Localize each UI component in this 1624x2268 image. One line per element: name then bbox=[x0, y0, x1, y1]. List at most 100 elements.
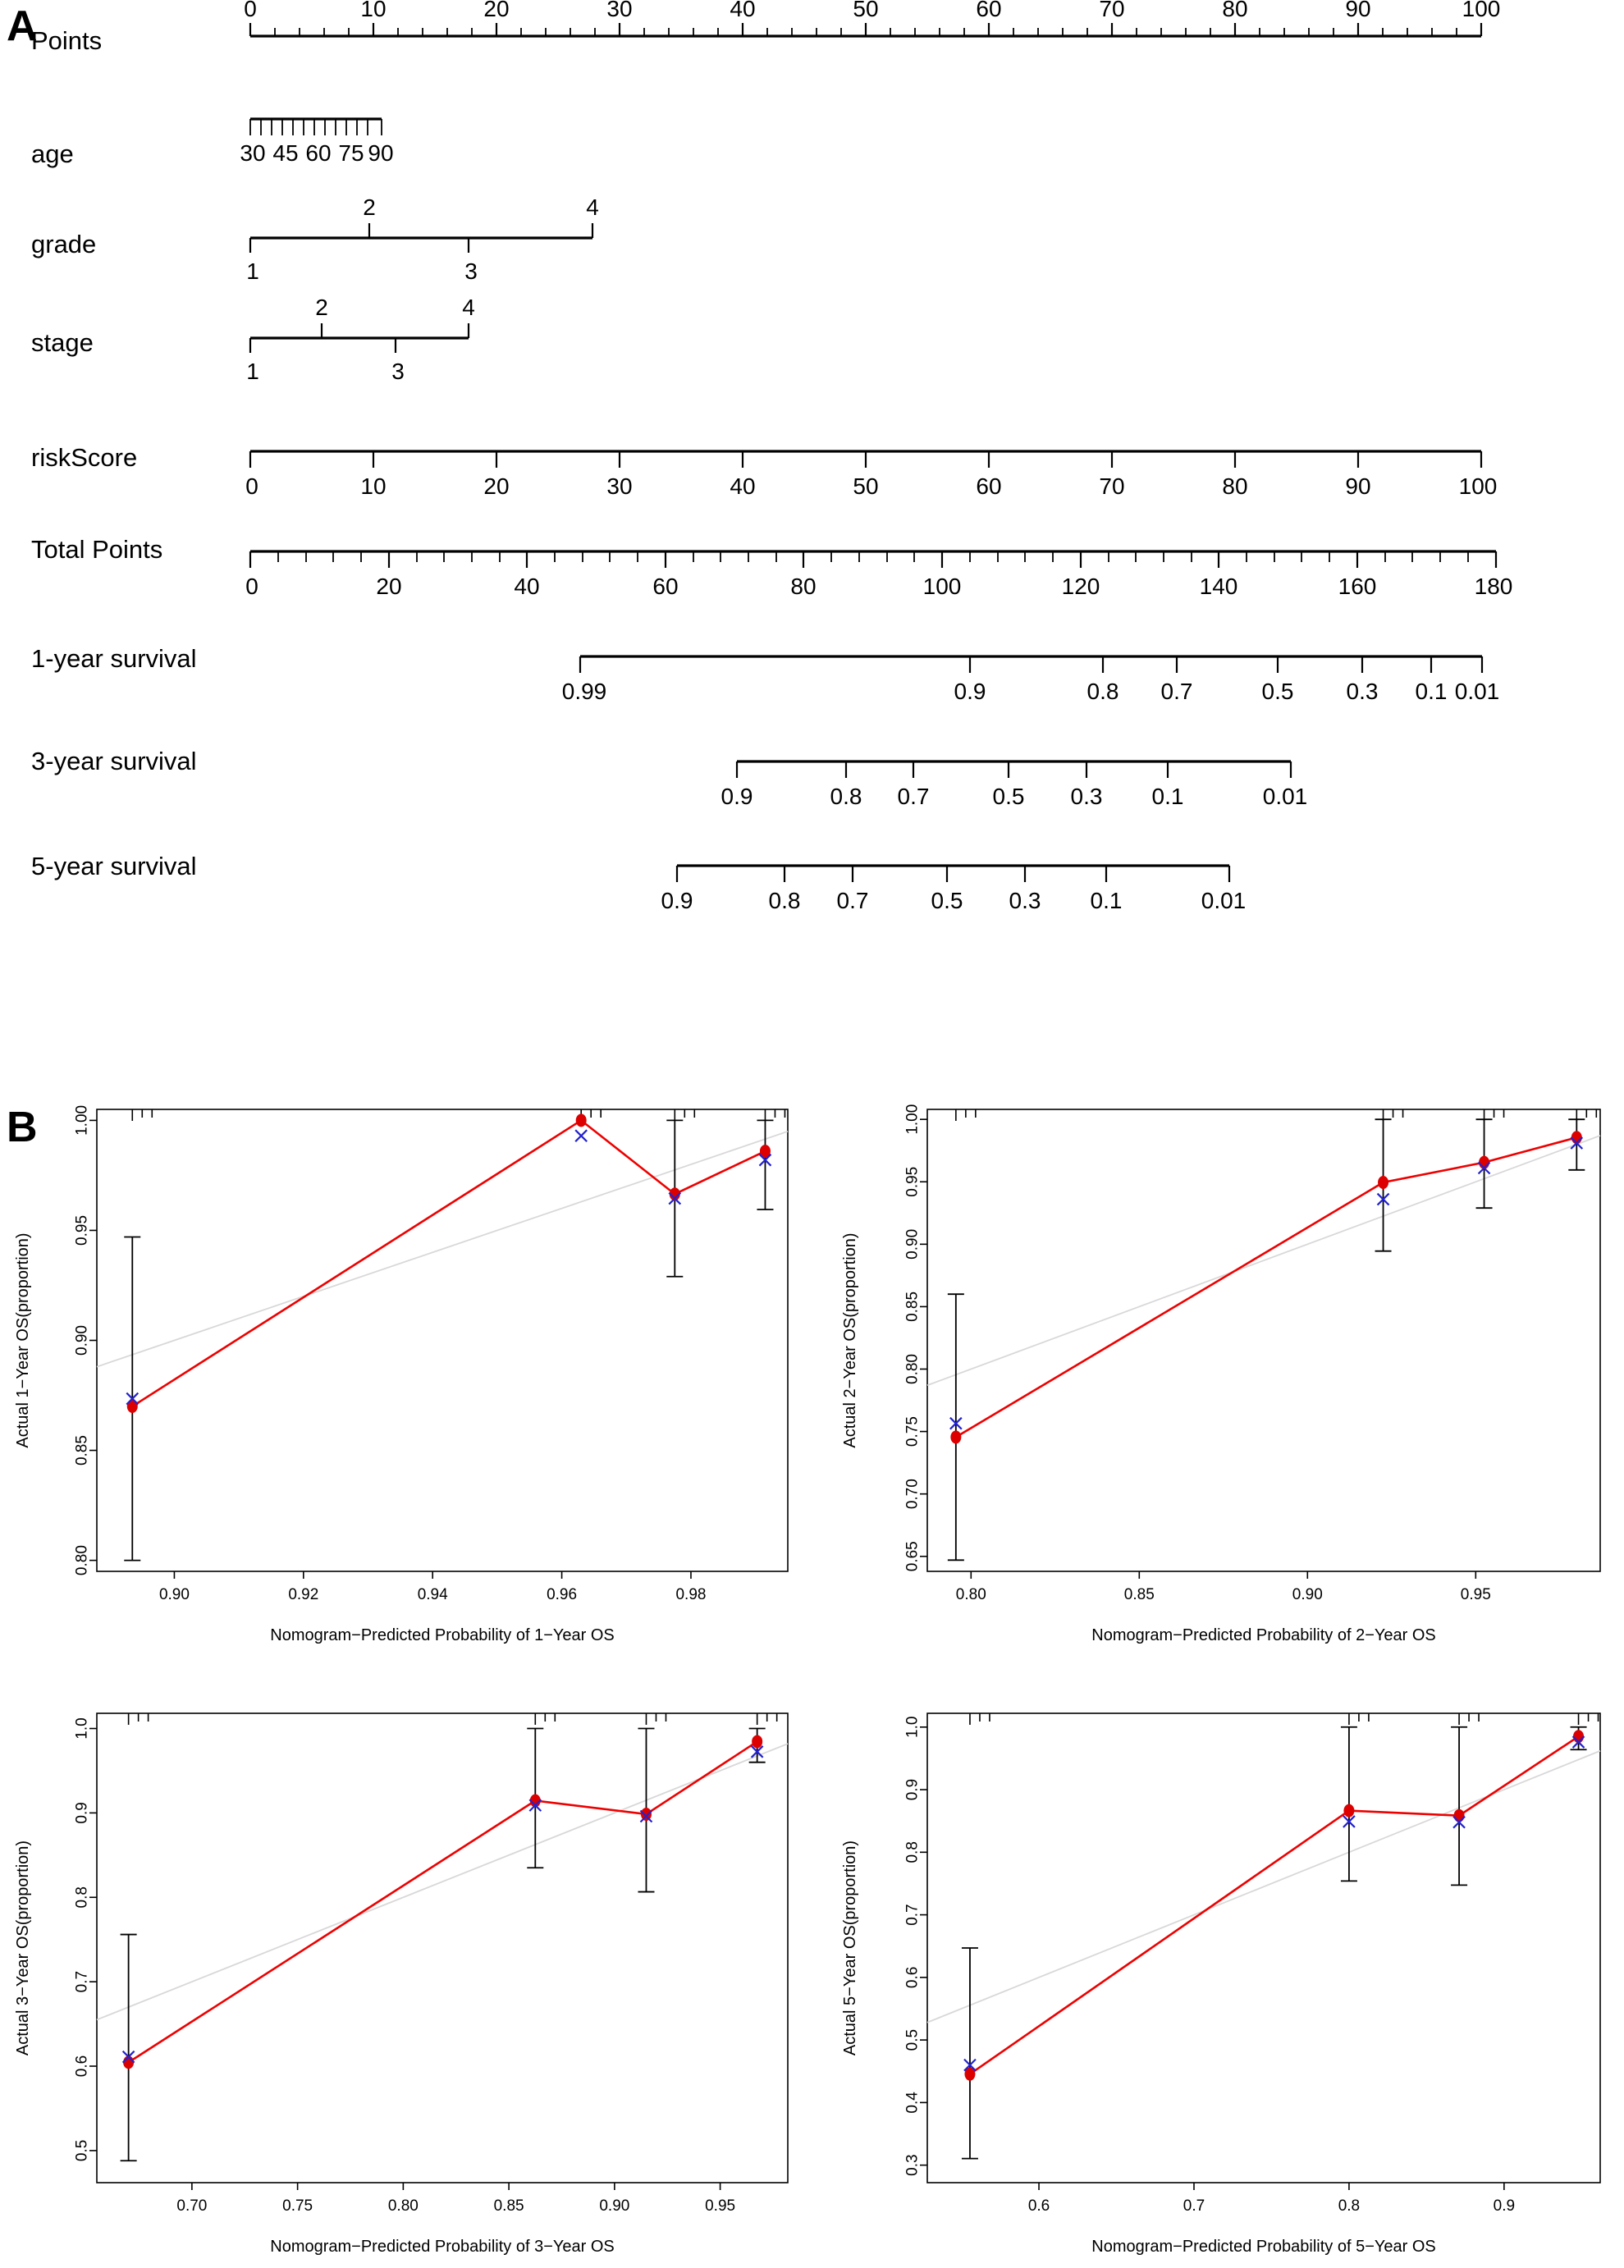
x-tick-label: 0.95 bbox=[1461, 1586, 1491, 1603]
y-tick-label: 1.00 bbox=[904, 1104, 922, 1135]
x-tick-label: 0.75 bbox=[282, 2197, 313, 2215]
x-tick-label: 0.85 bbox=[1124, 1586, 1155, 1603]
total-points-tick-label: 80 bbox=[790, 574, 816, 599]
calibration-curve bbox=[127, 1740, 758, 2064]
y-tick-label: 0.9 bbox=[904, 1779, 922, 1800]
age-axis: 30 45 60 75 90 bbox=[240, 117, 394, 166]
y-tick-label: 0.6 bbox=[74, 2055, 91, 2077]
y-tick-label: 0.90 bbox=[74, 1325, 91, 1356]
age-tick-label: 60 bbox=[305, 140, 331, 166]
survival-1y-tick-label: 0.1 bbox=[1416, 679, 1448, 704]
x-tick-label: 0.85 bbox=[494, 2197, 524, 2215]
nomogram-svg: Points age grade stage riskScore Total P… bbox=[31, 0, 1512, 913]
calibration-panel: 0.80 0.85 0.90 0.95 1.00 0.90 0.92 0.94 0.96 0.98… bbox=[0, 1091, 1624, 2268]
total-points-tick-label: 160 bbox=[1338, 574, 1377, 599]
survival-1y-tick-label: 0.5 bbox=[1262, 679, 1294, 704]
riskscore-tick-label: 80 bbox=[1222, 473, 1247, 499]
x-tick-label: 0.8 bbox=[1338, 2197, 1360, 2215]
survival-5y-tick-label: 0.1 bbox=[1091, 888, 1123, 913]
bias-corrected-point bbox=[574, 1129, 588, 1142]
y-tick-label: 0.9 bbox=[74, 1802, 91, 1823]
riskscore-tick-label: 100 bbox=[1459, 473, 1498, 499]
points-tick-label: 70 bbox=[1099, 0, 1124, 21]
observed-point bbox=[950, 1430, 962, 1444]
survival-5y-tick-label: 0.9 bbox=[661, 888, 693, 913]
x-tick-label: 0.7 bbox=[1183, 2197, 1205, 2215]
grade-tick-label-above: 2 bbox=[363, 194, 376, 220]
y-tick-label: 1.00 bbox=[74, 1105, 91, 1136]
y-tick-label: 0.8 bbox=[904, 1841, 922, 1863]
x-tick-label: 0.80 bbox=[388, 2197, 419, 2215]
survival-3y-tick-label: 0.1 bbox=[1152, 784, 1184, 809]
age-tick-label: 75 bbox=[338, 140, 364, 166]
riskscore-tick-label: 20 bbox=[483, 473, 509, 499]
survival-1y-tick-label: 0.9 bbox=[954, 679, 986, 704]
y-tick-label: 1.0 bbox=[904, 1717, 922, 1738]
x-tick-label: 0.92 bbox=[288, 1586, 318, 1603]
y-tick-label: 0.5 bbox=[74, 2140, 91, 2161]
survival-5y-tick-label: 0.8 bbox=[769, 888, 801, 913]
survival-3y-tick-label: 0.01 bbox=[1263, 784, 1308, 809]
points-tick-label: 10 bbox=[360, 0, 386, 21]
x-tick-label: 0.90 bbox=[159, 1586, 190, 1603]
y-axis-title: Actual 1−Year OS(proportion) bbox=[14, 1232, 32, 1447]
y-axis-title: Actual 5−Year OS(proportion) bbox=[841, 1840, 859, 2055]
y-tick-label: 0.90 bbox=[904, 1229, 922, 1260]
y-tick-label: 0.4 bbox=[904, 2092, 922, 2114]
grade-axis: 2 4 1 3 bbox=[246, 194, 599, 284]
calibration-curve bbox=[969, 1735, 1580, 2075]
survival-3y-tick-label: 0.7 bbox=[898, 784, 930, 809]
stage-tick-label-below: 1 bbox=[246, 359, 259, 384]
riskscore-tick-label: 0 bbox=[245, 473, 258, 499]
survival-3y-tick-label: 0.9 bbox=[721, 784, 753, 809]
calibration-plot-1-year: 0.80 0.85 0.90 0.95 1.00 0.90 0.92 0.94 0.96 0.98… bbox=[14, 1105, 789, 1644]
y-tick-label: 0.5 bbox=[904, 2029, 922, 2051]
x-tick-label: 0.95 bbox=[705, 2197, 735, 2215]
y-tick-label: 0.6 bbox=[904, 1967, 922, 1988]
grade-tick-label-below: 1 bbox=[246, 258, 259, 284]
x-tick-label: 0.96 bbox=[547, 1586, 577, 1603]
y-tick-label: 0.8 bbox=[74, 1886, 91, 1908]
age-tick-label: 30 bbox=[240, 140, 265, 166]
points-tick-label: 50 bbox=[853, 0, 878, 21]
total-points-axis: 0 20 40 60 80 100 120 140 160 180 bbox=[245, 550, 1512, 599]
riskscore-tick-label: 50 bbox=[853, 473, 878, 499]
total-points-tick-label: 140 bbox=[1200, 574, 1238, 599]
total-points-tick-label: 120 bbox=[1062, 574, 1100, 599]
stage-tick-label-above: 4 bbox=[462, 295, 475, 320]
riskscore-axis: 0 10 20 30 40 50 60 70 80 90 100 bbox=[245, 450, 1498, 499]
x-tick-label: 0.94 bbox=[418, 1586, 448, 1603]
x-tick-label: 0.9 bbox=[1494, 2197, 1515, 2215]
x-axis-title: Nomogram−Predicted Probability of 5−Year… bbox=[1091, 2238, 1435, 2256]
survival-1y-tick-label: 0.99 bbox=[562, 679, 607, 704]
points-tick-label: 60 bbox=[976, 0, 1001, 21]
nomogram-row-label-3y-survival: 3-year survival bbox=[31, 747, 197, 775]
y-tick-label: 0.3 bbox=[904, 2154, 922, 2175]
x-tick-label: 0.90 bbox=[599, 2197, 629, 2215]
nomogram-row-label-1y-survival: 1-year survival bbox=[31, 644, 197, 673]
points-tick-label: 90 bbox=[1345, 0, 1370, 21]
total-points-tick-label: 40 bbox=[514, 574, 539, 599]
survival-1y-tick-label: 0.3 bbox=[1347, 679, 1379, 704]
points-tick-label: 100 bbox=[1462, 0, 1501, 21]
nomogram-row-label-total-points: Total Points bbox=[31, 535, 162, 564]
x-tick-label: 0.98 bbox=[675, 1586, 706, 1603]
survival-1y-tick-label: 0.8 bbox=[1087, 679, 1119, 704]
observed-point bbox=[752, 1735, 763, 1749]
survival-1y-tick-label: 0.01 bbox=[1455, 679, 1500, 704]
survival-3y-tick-label: 0.5 bbox=[993, 784, 1025, 809]
riskscore-tick-label: 70 bbox=[1099, 473, 1124, 499]
nomogram-row-label-age: age bbox=[31, 139, 74, 168]
y-tick-label: 0.95 bbox=[74, 1215, 91, 1246]
y-tick-label: 1.0 bbox=[74, 1717, 91, 1739]
x-tick-label: 0.80 bbox=[956, 1586, 986, 1603]
observed-point bbox=[1343, 1804, 1355, 1818]
y-tick-label: 0.75 bbox=[904, 1416, 922, 1447]
riskscore-tick-label: 90 bbox=[1345, 473, 1370, 499]
y-tick-label: 0.65 bbox=[904, 1541, 922, 1571]
points-axis: 0 10 20 30 40 50 60 70 80 90 100 bbox=[244, 0, 1501, 38]
x-axis-title: Nomogram−Predicted Probability of 3−Year… bbox=[270, 2238, 614, 2256]
points-tick-label: 30 bbox=[606, 0, 632, 21]
y-tick-label: 0.70 bbox=[904, 1479, 922, 1509]
points-tick-label: 40 bbox=[730, 0, 755, 21]
